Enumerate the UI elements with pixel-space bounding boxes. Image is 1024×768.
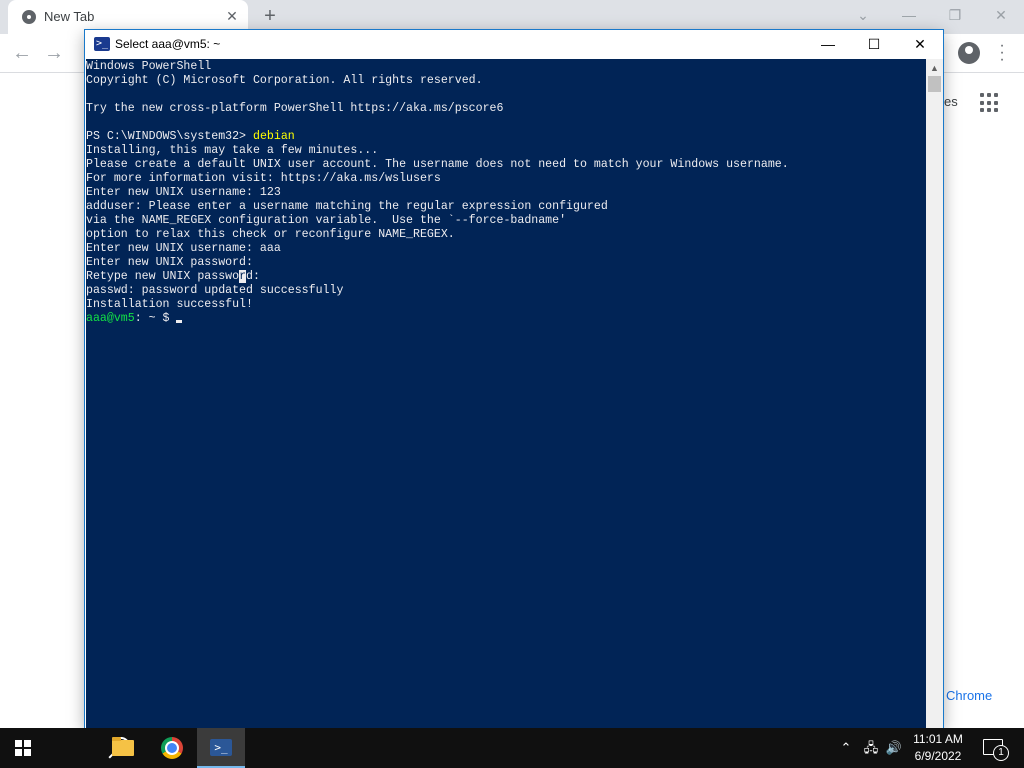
console-line-text: Enter new UNIX username: 123 — [86, 186, 281, 199]
powershell-icon: >_ — [94, 37, 110, 51]
console-line: Copyright (C) Microsoft Corporation. All… — [86, 74, 789, 88]
console-line: Installation successful! — [86, 298, 789, 312]
tab-search-icon[interactable]: ⌄ — [848, 2, 878, 28]
console-line: Enter new UNIX username: aaa — [86, 242, 789, 256]
console-line: passwd: password updated successfully — [86, 284, 789, 298]
tab-title: New Tab — [44, 9, 95, 24]
console-line: Retype new UNIX password: — [86, 270, 789, 284]
console-line-text: via the NAME_REGEX configuration variabl… — [86, 214, 567, 227]
console-line: Installing, this may take a few minutes.… — [86, 144, 789, 158]
console-line-text: d: — [246, 270, 260, 283]
images-link[interactable]: es — [944, 94, 958, 109]
console-scrollbar[interactable]: ▲ — [926, 59, 943, 728]
shell-prompt-user: aaa@vm5 — [86, 312, 135, 325]
console-line-text: option to relax this check or reconfigur… — [86, 228, 455, 241]
console-text: Windows PowerShell Copyright (C) Microsof… — [86, 60, 789, 326]
console-line-text: passwd: password updated successfully — [86, 284, 344, 297]
console-line-text: Retype new UNIX passwo — [86, 270, 240, 283]
console-title-bar[interactable]: >_ Select aaa@vm5: ~ — ☐ ✕ — [85, 30, 943, 59]
console-line: Enter new UNIX username: 123 — [86, 186, 789, 200]
console-maximize-button[interactable]: ☐ — [851, 30, 897, 59]
scroll-up-icon[interactable]: ▲ — [926, 61, 943, 75]
console-title: Select aaa@vm5: ~ — [115, 37, 221, 51]
console-line-text: Enter new UNIX username: aaa — [86, 242, 281, 255]
scroll-thumb[interactable] — [928, 76, 941, 92]
new-tab-button[interactable]: + — [258, 4, 282, 28]
shell-prompt-path: : ~ $ — [134, 312, 177, 325]
chrome-menu-icon[interactable]: · · · — [996, 38, 1008, 68]
volume-icon[interactable]: 🔊 — [884, 728, 904, 768]
restore-icon[interactable]: ❐ — [940, 2, 970, 28]
console-line: PS C:\WINDOWS\system32> debian — [86, 130, 789, 144]
console-close-button[interactable]: ✕ — [897, 30, 943, 59]
wsl-console-window[interactable]: >_ Select aaa@vm5: ~ — ☐ ✕ Windows Power… — [85, 30, 943, 728]
console-line: Enter new UNIX password: — [86, 256, 789, 270]
forward-icon[interactable]: → — [42, 41, 66, 65]
notification-count-badge: 1 — [993, 745, 1009, 761]
clock-time: 11:01 AM — [913, 732, 963, 746]
tab-new-tab[interactable]: New Tab ✕ — [8, 0, 248, 34]
console-line-text: For more information visit: https://aka.… — [86, 172, 441, 185]
console-line-text: Please create a default UNIX user accoun… — [86, 158, 789, 171]
console-minimize-button[interactable]: — — [805, 30, 851, 59]
console-line: adduser: Please enter a username matchin… — [86, 200, 789, 214]
show-hidden-icons-chevron-icon[interactable]: ⌃ — [838, 728, 854, 768]
selection-highlight: r — [239, 270, 247, 283]
chrome-icon — [161, 737, 183, 759]
console-line-text: Try the new cross-platform PowerShell ht… — [86, 102, 504, 115]
start-button[interactable] — [0, 728, 48, 768]
console-line-text: Installation successful! — [86, 298, 253, 311]
back-icon[interactable]: ← — [10, 41, 34, 65]
windows-logo-icon — [15, 740, 31, 756]
console-line: Please create a default UNIX user accoun… — [86, 158, 789, 172]
console-line: Try the new cross-platform PowerShell ht… — [86, 102, 789, 116]
chrome-favicon-icon — [22, 10, 36, 24]
console-line: For more information visit: https://aka.… — [86, 172, 789, 186]
ps-command: debian — [252, 130, 295, 143]
shell-prompt-line: aaa@vm5: ~ $ — [86, 312, 789, 326]
powershell-taskbar-button[interactable]: >_ — [197, 728, 245, 768]
tab-close-icon[interactable]: ✕ — [224, 8, 240, 24]
clock-date: 6/9/2022 — [914, 749, 962, 763]
console-output[interactable]: Windows PowerShell Copyright (C) Microsof… — [86, 59, 926, 728]
powershell-icon: >_ — [210, 739, 232, 756]
profile-avatar-icon[interactable] — [958, 42, 980, 64]
console-line-text: Installing, this may take a few minutes.… — [86, 144, 379, 157]
customize-chrome-link[interactable]: Chrome — [946, 688, 992, 703]
console-line: via the NAME_REGEX configuration variabl… — [86, 214, 789, 228]
console-line-text: adduser: Please enter a username matchin… — [86, 200, 608, 213]
console-line-text: Windows PowerShell — [86, 60, 212, 73]
google-apps-icon[interactable] — [980, 93, 1000, 113]
chrome-tab-strip: New Tab ✕ + ⌄ — ❐ ✕ — [0, 0, 1024, 34]
network-icon[interactable]: 🖧 — [861, 728, 881, 768]
close-window-icon[interactable]: ✕ — [986, 2, 1016, 28]
clock[interactable]: 11:01 AM 6/9/2022 — [905, 731, 971, 765]
console-line: Windows PowerShell — [86, 60, 789, 74]
windows-taskbar: >_ ⌃ 🖧 🔊 11:01 AM 6/9/2022 1 — [0, 728, 1024, 768]
minimize-icon[interactable]: — — [894, 2, 924, 28]
console-line-text: Enter new UNIX password: — [86, 256, 253, 269]
text-cursor — [176, 320, 183, 323]
ps-prompt: PS C:\WINDOWS\system32> — [86, 130, 253, 143]
console-line: option to relax this check or reconfigur… — [86, 228, 789, 242]
file-explorer-icon — [112, 737, 134, 756]
console-line-text: Copyright (C) Microsoft Corporation. All… — [86, 74, 483, 87]
search-button[interactable] — [48, 728, 130, 768]
